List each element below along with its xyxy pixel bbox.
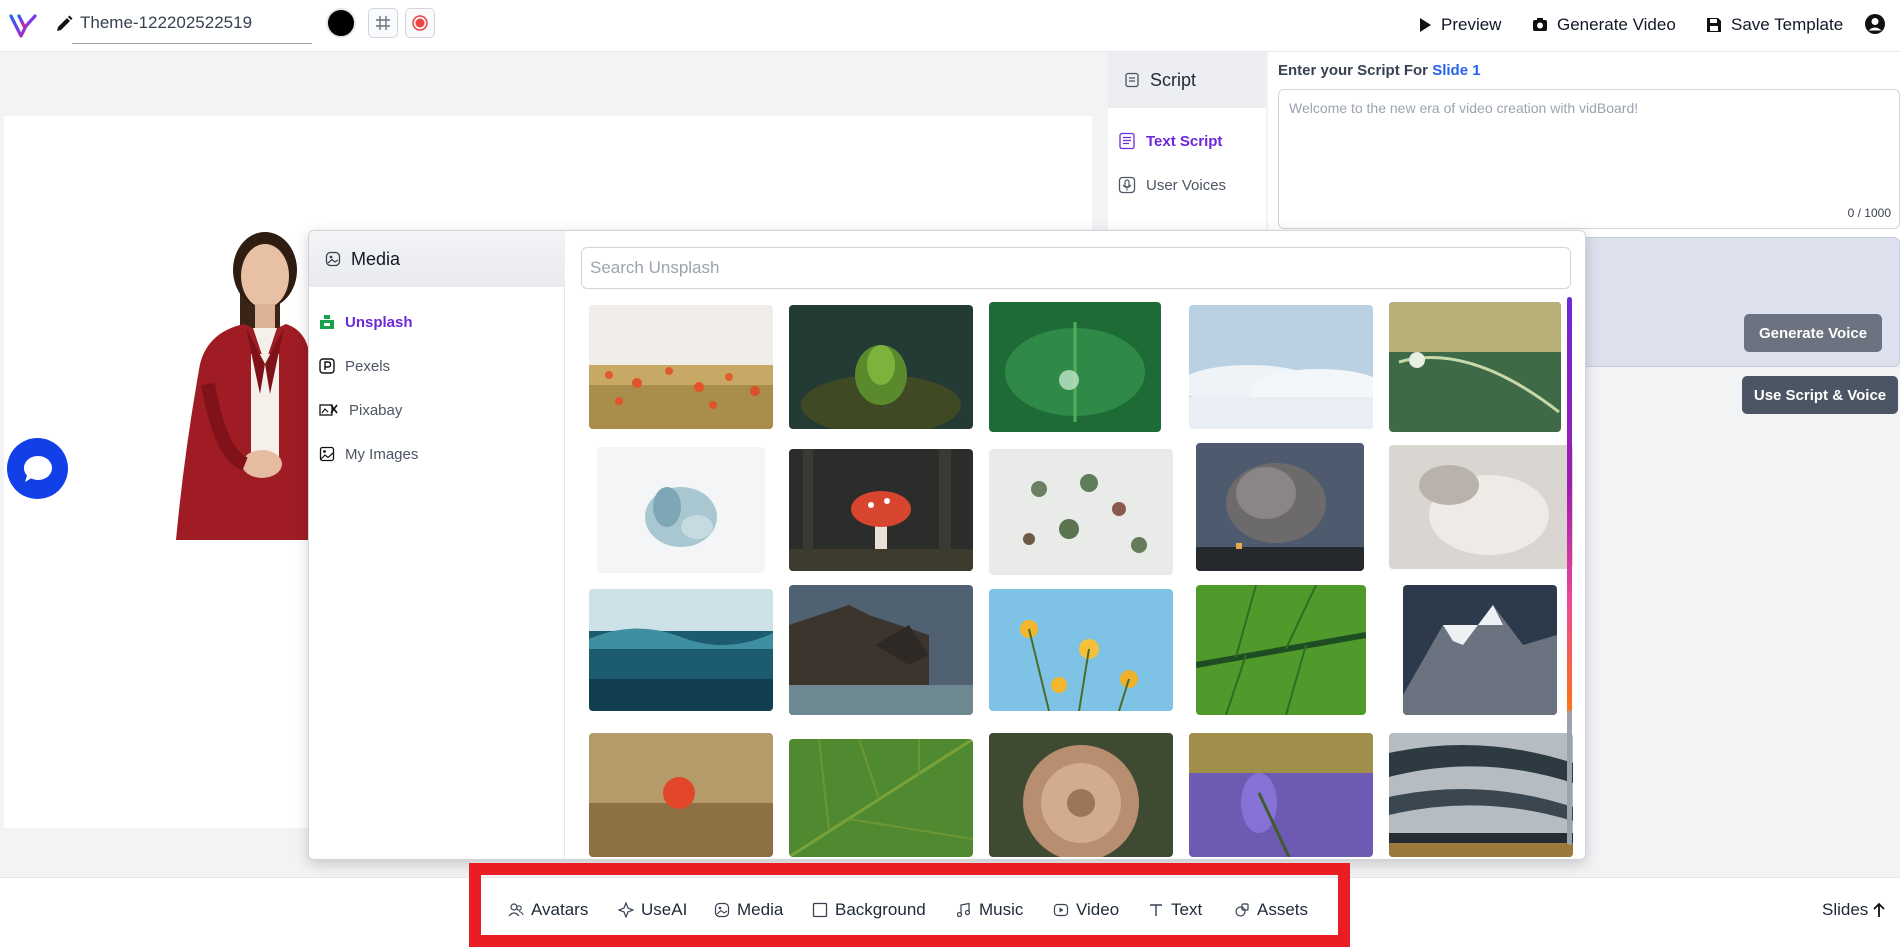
slides-label: Slides [1822,900,1869,919]
unsplash-label: Unsplash [345,313,413,331]
char-counter: 0 / 1000 [1847,206,1891,220]
media-icon [325,251,341,267]
image-thumb[interactable] [1403,585,1557,715]
grid-icon [376,16,390,30]
grid-toggle-button[interactable] [368,8,398,38]
source-my-images[interactable]: My Images [319,439,418,469]
media-popup: Media Unsplash Pexels Pixabay My Images … [308,230,1586,860]
image-thumb[interactable] [589,305,773,429]
source-unsplash[interactable]: Unsplash [319,307,413,337]
slide-reference: Slide 1 [1432,62,1481,79]
source-pexels[interactable]: Pexels [319,351,390,381]
source-pixabay[interactable]: Pixabay [319,395,402,425]
presenter-avatar[interactable] [150,224,310,540]
image-thumb[interactable] [989,589,1173,711]
script-prompt-text: Enter your Script For [1278,62,1429,79]
user-profile-icon[interactable] [1864,13,1886,35]
user-voices-icon [1118,176,1136,194]
image-thumb[interactable] [1196,585,1366,715]
tab-user-voices[interactable]: User Voices [1118,170,1226,200]
save-icon [1707,18,1721,32]
preview-button[interactable]: Preview [1418,10,1501,40]
slides-toggle-button[interactable]: Slides [1822,896,1886,924]
text-script-label: Text Script [1146,132,1223,150]
search-unsplash-input[interactable] [581,247,1571,289]
record-button[interactable] [405,8,435,38]
record-icon [412,15,428,31]
generate-video-label: Generate Video [1557,15,1676,34]
image-thumb[interactable] [789,585,973,715]
edit-pencil-icon[interactable] [54,14,74,34]
tab-text-script[interactable]: Text Script [1118,126,1222,156]
media-sidebar: Media Unsplash Pexels Pixabay My Images [309,231,565,859]
save-template-button[interactable]: Save Template [1706,10,1843,40]
pexels-icon [319,358,335,374]
media-header: Media [309,231,565,287]
chat-icon [23,455,52,482]
chat-support-button[interactable] [7,438,68,499]
script-placeholder: Welcome to the new era of video creation… [1289,100,1639,116]
generate-voice-button[interactable]: Generate Voice [1744,314,1882,352]
pixabay-icon [319,404,338,416]
script-header: Script [1108,52,1266,108]
color-picker[interactable] [326,8,356,38]
script-prompt: Enter your Script For Slide 1 [1278,62,1481,79]
play-icon [1420,18,1431,32]
image-thumb[interactable] [989,449,1173,575]
image-thumb[interactable] [597,447,765,573]
image-thumb[interactable] [1196,443,1364,571]
image-thumb[interactable] [1389,733,1573,857]
image-grid [581,297,1581,857]
pixabay-label: Pixabay [349,401,403,419]
image-thumb[interactable] [1189,733,1373,857]
image-thumb[interactable] [589,589,773,711]
my-images-icon [319,446,335,462]
arrow-up-icon [1873,902,1885,917]
use-script-voice-button[interactable]: Use Script & Voice [1742,376,1898,414]
text-script-icon [1119,132,1135,150]
image-thumb[interactable] [1189,305,1373,429]
generate-video-button[interactable]: Generate Video [1532,10,1676,40]
script-doc-icon [1125,72,1139,88]
top-bar: Theme-122202522519 Preview Generate Vide… [0,0,1900,52]
image-thumb[interactable] [1389,445,1573,569]
image-thumb[interactable] [1389,302,1561,432]
image-thumb[interactable] [789,449,973,571]
theme-name-field[interactable]: Theme-122202522519 [72,8,312,44]
image-thumb[interactable] [989,302,1161,432]
bottom-tabs-highlight [469,863,1350,947]
video-camera-icon [1533,18,1547,31]
script-textarea[interactable]: Welcome to the new era of video creation… [1278,89,1900,229]
image-thumb[interactable] [589,733,773,857]
save-template-label: Save Template [1731,15,1844,34]
user-voices-label: User Voices [1146,176,1227,194]
vidboard-logo-icon[interactable] [8,10,40,42]
my-images-label: My Images [345,445,419,463]
preview-label: Preview [1441,15,1502,34]
media-title: Media [351,248,401,269]
script-editor: Enter your Script For Slide 1 Welcome to… [1268,52,1900,242]
image-thumb[interactable] [789,739,973,857]
image-thumb[interactable] [989,733,1173,857]
image-thumb[interactable] [789,305,973,429]
script-sidebar: Script Text Script User Voices [1108,52,1266,238]
pexels-label: Pexels [345,357,391,375]
unsplash-icon [320,315,334,329]
script-title: Script [1150,69,1197,90]
image-grid-scrollbar[interactable] [1567,297,1572,845]
